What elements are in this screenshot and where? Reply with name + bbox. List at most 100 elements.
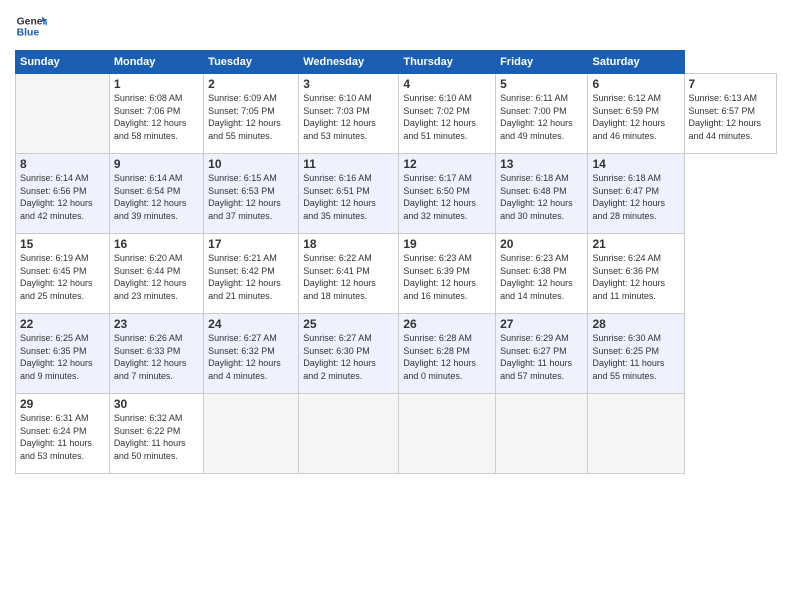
day-info: Sunrise: 6:25 AM Sunset: 6:35 PM Dayligh… xyxy=(20,332,105,382)
calendar-body: 1Sunrise: 6:08 AM Sunset: 7:06 PM Daylig… xyxy=(16,74,777,474)
weekday-header-wednesday: Wednesday xyxy=(299,51,399,74)
calendar-day-5: 5Sunrise: 6:11 AM Sunset: 7:00 PM Daylig… xyxy=(496,74,588,154)
day-number: 20 xyxy=(500,237,583,251)
weekday-header-monday: Monday xyxy=(109,51,203,74)
day-info: Sunrise: 6:10 AM Sunset: 7:02 PM Dayligh… xyxy=(403,92,491,142)
calendar-day-25: 25Sunrise: 6:27 AM Sunset: 6:30 PM Dayli… xyxy=(299,314,399,394)
day-number: 26 xyxy=(403,317,491,331)
day-number: 12 xyxy=(403,157,491,171)
calendar-day-10: 10Sunrise: 6:15 AM Sunset: 6:53 PM Dayli… xyxy=(204,154,299,234)
calendar-day-6: 6Sunrise: 6:12 AM Sunset: 6:59 PM Daylig… xyxy=(588,74,684,154)
day-info: Sunrise: 6:23 AM Sunset: 6:39 PM Dayligh… xyxy=(403,252,491,302)
calendar-day-14: 14Sunrise: 6:18 AM Sunset: 6:47 PM Dayli… xyxy=(588,154,684,234)
calendar-day-16: 16Sunrise: 6:20 AM Sunset: 6:44 PM Dayli… xyxy=(109,234,203,314)
day-info: Sunrise: 6:23 AM Sunset: 6:38 PM Dayligh… xyxy=(500,252,583,302)
day-info: Sunrise: 6:18 AM Sunset: 6:47 PM Dayligh… xyxy=(592,172,679,222)
day-info: Sunrise: 6:20 AM Sunset: 6:44 PM Dayligh… xyxy=(114,252,199,302)
day-number: 5 xyxy=(500,77,583,91)
day-number: 17 xyxy=(208,237,294,251)
day-info: Sunrise: 6:12 AM Sunset: 6:59 PM Dayligh… xyxy=(592,92,679,142)
day-number: 13 xyxy=(500,157,583,171)
day-info: Sunrise: 6:16 AM Sunset: 6:51 PM Dayligh… xyxy=(303,172,394,222)
day-number: 3 xyxy=(303,77,394,91)
day-number: 18 xyxy=(303,237,394,251)
svg-text:Blue: Blue xyxy=(17,28,40,39)
day-info: Sunrise: 6:13 AM Sunset: 6:57 PM Dayligh… xyxy=(689,92,773,142)
calendar-day-24: 24Sunrise: 6:27 AM Sunset: 6:32 PM Dayli… xyxy=(204,314,299,394)
calendar-day-18: 18Sunrise: 6:22 AM Sunset: 6:41 PM Dayli… xyxy=(299,234,399,314)
day-info: Sunrise: 6:32 AM Sunset: 6:22 PM Dayligh… xyxy=(114,412,199,462)
day-number: 7 xyxy=(689,77,773,91)
calendar-day-13: 13Sunrise: 6:18 AM Sunset: 6:48 PM Dayli… xyxy=(496,154,588,234)
calendar-day-17: 17Sunrise: 6:21 AM Sunset: 6:42 PM Dayli… xyxy=(204,234,299,314)
day-number: 19 xyxy=(403,237,491,251)
weekday-header-saturday: Saturday xyxy=(588,51,684,74)
day-info: Sunrise: 6:22 AM Sunset: 6:41 PM Dayligh… xyxy=(303,252,394,302)
day-number: 14 xyxy=(592,157,679,171)
calendar-day-26: 26Sunrise: 6:28 AM Sunset: 6:28 PM Dayli… xyxy=(399,314,496,394)
weekday-header-friday: Friday xyxy=(496,51,588,74)
day-number: 23 xyxy=(114,317,199,331)
calendar-table: SundayMondayTuesdayWednesdayThursdayFrid… xyxy=(15,50,777,474)
calendar-day-2: 2Sunrise: 6:09 AM Sunset: 7:05 PM Daylig… xyxy=(204,74,299,154)
day-info: Sunrise: 6:14 AM Sunset: 6:54 PM Dayligh… xyxy=(114,172,199,222)
day-info: Sunrise: 6:11 AM Sunset: 7:00 PM Dayligh… xyxy=(500,92,583,142)
calendar-week-3: 15Sunrise: 6:19 AM Sunset: 6:45 PM Dayli… xyxy=(16,234,777,314)
calendar-empty-cell xyxy=(588,394,684,474)
day-number: 21 xyxy=(592,237,679,251)
calendar-day-28: 28Sunrise: 6:30 AM Sunset: 6:25 PM Dayli… xyxy=(588,314,684,394)
calendar-header-row: SundayMondayTuesdayWednesdayThursdayFrid… xyxy=(16,51,777,74)
day-number: 6 xyxy=(592,77,679,91)
weekday-header-thursday: Thursday xyxy=(399,51,496,74)
day-number: 16 xyxy=(114,237,199,251)
day-info: Sunrise: 6:18 AM Sunset: 6:48 PM Dayligh… xyxy=(500,172,583,222)
day-number: 28 xyxy=(592,317,679,331)
calendar-week-1: 1Sunrise: 6:08 AM Sunset: 7:06 PM Daylig… xyxy=(16,74,777,154)
logo: General Blue xyxy=(15,10,47,42)
day-number: 15 xyxy=(20,237,105,251)
weekday-header-tuesday: Tuesday xyxy=(204,51,299,74)
day-info: Sunrise: 6:29 AM Sunset: 6:27 PM Dayligh… xyxy=(500,332,583,382)
day-info: Sunrise: 6:26 AM Sunset: 6:33 PM Dayligh… xyxy=(114,332,199,382)
day-info: Sunrise: 6:27 AM Sunset: 6:30 PM Dayligh… xyxy=(303,332,394,382)
day-number: 27 xyxy=(500,317,583,331)
day-number: 8 xyxy=(20,157,105,171)
calendar-empty-cell xyxy=(399,394,496,474)
calendar-day-1: 1Sunrise: 6:08 AM Sunset: 7:06 PM Daylig… xyxy=(109,74,203,154)
day-info: Sunrise: 6:30 AM Sunset: 6:25 PM Dayligh… xyxy=(592,332,679,382)
calendar-day-15: 15Sunrise: 6:19 AM Sunset: 6:45 PM Dayli… xyxy=(16,234,110,314)
calendar-day-27: 27Sunrise: 6:29 AM Sunset: 6:27 PM Dayli… xyxy=(496,314,588,394)
day-info: Sunrise: 6:21 AM Sunset: 6:42 PM Dayligh… xyxy=(208,252,294,302)
day-info: Sunrise: 6:24 AM Sunset: 6:36 PM Dayligh… xyxy=(592,252,679,302)
calendar-week-2: 8Sunrise: 6:14 AM Sunset: 6:56 PM Daylig… xyxy=(16,154,777,234)
page-header: General Blue xyxy=(15,10,777,42)
day-number: 29 xyxy=(20,397,105,411)
day-number: 1 xyxy=(114,77,199,91)
day-info: Sunrise: 6:27 AM Sunset: 6:32 PM Dayligh… xyxy=(208,332,294,382)
day-number: 9 xyxy=(114,157,199,171)
day-number: 24 xyxy=(208,317,294,331)
calendar-week-5: 29Sunrise: 6:31 AM Sunset: 6:24 PM Dayli… xyxy=(16,394,777,474)
calendar-week-4: 22Sunrise: 6:25 AM Sunset: 6:35 PM Dayli… xyxy=(16,314,777,394)
day-info: Sunrise: 6:15 AM Sunset: 6:53 PM Dayligh… xyxy=(208,172,294,222)
day-info: Sunrise: 6:10 AM Sunset: 7:03 PM Dayligh… xyxy=(303,92,394,142)
calendar-day-23: 23Sunrise: 6:26 AM Sunset: 6:33 PM Dayli… xyxy=(109,314,203,394)
logo-icon: General Blue xyxy=(15,10,47,42)
calendar-day-7: 7Sunrise: 6:13 AM Sunset: 6:57 PM Daylig… xyxy=(684,74,777,154)
calendar-day-22: 22Sunrise: 6:25 AM Sunset: 6:35 PM Dayli… xyxy=(16,314,110,394)
calendar-day-29: 29Sunrise: 6:31 AM Sunset: 6:24 PM Dayli… xyxy=(16,394,110,474)
calendar-day-11: 11Sunrise: 6:16 AM Sunset: 6:51 PM Dayli… xyxy=(299,154,399,234)
calendar-day-20: 20Sunrise: 6:23 AM Sunset: 6:38 PM Dayli… xyxy=(496,234,588,314)
calendar-day-21: 21Sunrise: 6:24 AM Sunset: 6:36 PM Dayli… xyxy=(588,234,684,314)
weekday-header-sunday: Sunday xyxy=(16,51,110,74)
calendar-empty-cell xyxy=(204,394,299,474)
calendar-day-9: 9Sunrise: 6:14 AM Sunset: 6:54 PM Daylig… xyxy=(109,154,203,234)
day-number: 10 xyxy=(208,157,294,171)
day-info: Sunrise: 6:14 AM Sunset: 6:56 PM Dayligh… xyxy=(20,172,105,222)
day-number: 11 xyxy=(303,157,394,171)
day-number: 30 xyxy=(114,397,199,411)
day-info: Sunrise: 6:08 AM Sunset: 7:06 PM Dayligh… xyxy=(114,92,199,142)
calendar-day-4: 4Sunrise: 6:10 AM Sunset: 7:02 PM Daylig… xyxy=(399,74,496,154)
calendar-day-19: 19Sunrise: 6:23 AM Sunset: 6:39 PM Dayli… xyxy=(399,234,496,314)
day-number: 4 xyxy=(403,77,491,91)
